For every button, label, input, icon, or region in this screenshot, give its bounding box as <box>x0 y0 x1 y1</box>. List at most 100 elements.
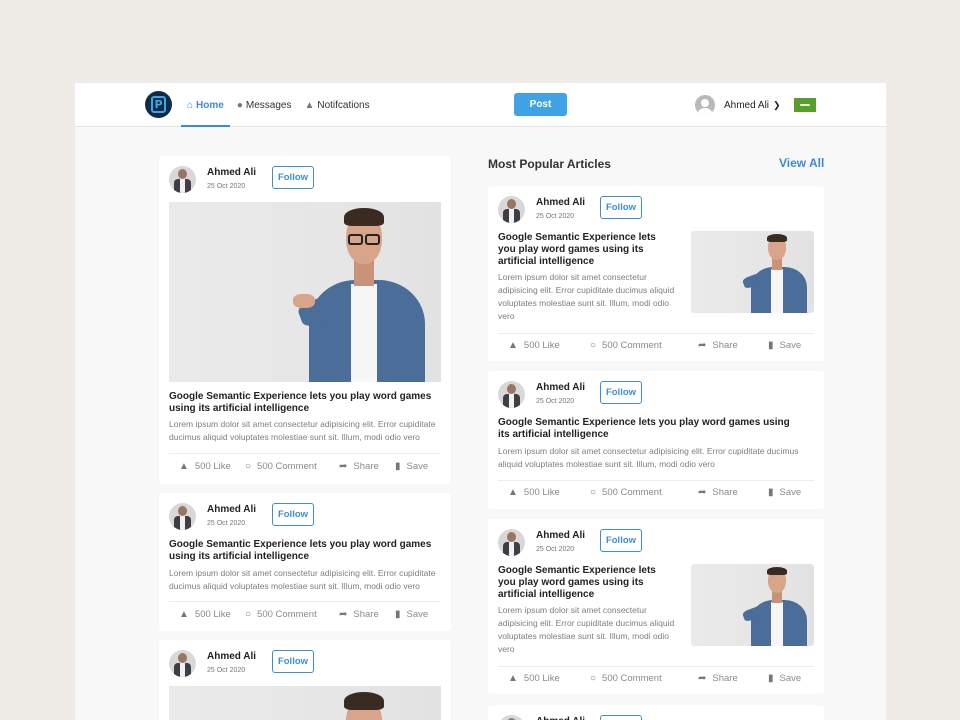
logo-mark: P <box>151 96 166 113</box>
nav-notifications-label: Notifcations <box>317 99 370 111</box>
comment-button[interactable]: ○ 500 Comment <box>590 673 662 684</box>
comment-button[interactable]: ○ 500 Comment <box>590 340 662 351</box>
like-label: 500 Like <box>523 673 560 684</box>
comment-label: 500 Comment <box>257 609 317 620</box>
language-flag-icon[interactable] <box>794 98 816 112</box>
post-image[interactable] <box>169 202 441 382</box>
share-button[interactable]: ➦ Share <box>339 609 379 620</box>
author-name[interactable]: Ahmed Ali <box>207 651 256 662</box>
feed-post-card: Ahmed Ali 25 Oct 2020 Follow Google Seman… <box>159 156 451 484</box>
share-button[interactable]: ➦ Share <box>339 461 379 472</box>
main-nav: ⌂ Home ● Messages ▲ Notifcations <box>181 83 377 127</box>
follow-button[interactable]: Follow <box>272 503 314 526</box>
like-button[interactable]: ▲ 500 Like <box>508 487 560 498</box>
post-button[interactable]: Post <box>514 93 567 116</box>
post-excerpt: Lorem ipsum dolor sit amet consectetur a… <box>169 419 436 442</box>
bell-icon: ▲ <box>304 99 315 111</box>
save-label: Save <box>406 609 429 620</box>
comment-button[interactable]: ○ 500 Comment <box>590 487 662 498</box>
article-title[interactable]: Google Semantic Experience lets you play… <box>498 232 674 268</box>
article-title[interactable]: Google Semantic Experience lets you play… <box>498 565 674 601</box>
app-logo[interactable]: P <box>145 91 172 118</box>
author-avatar[interactable] <box>169 650 196 677</box>
save-button[interactable]: ▮ Save <box>768 340 801 351</box>
follow-button[interactable]: Follow <box>600 529 642 552</box>
post-actions: ▲ 500 Like ○ 500 Comment ➦ Share ▮ Save <box>179 609 439 625</box>
thumbs-up-icon: ▲ <box>179 609 189 620</box>
article-title[interactable]: Google Semantic Experience lets you play… <box>498 417 798 441</box>
author-name[interactable]: Ahmed Ali <box>207 167 256 178</box>
like-label: 500 Like <box>194 609 231 620</box>
author-avatar[interactable] <box>498 529 525 556</box>
post-divider <box>169 601 441 602</box>
author-name[interactable]: Ahmed Ali <box>207 504 256 515</box>
article-thumbnail[interactable] <box>691 564 814 646</box>
follow-button[interactable]: Follow <box>272 166 314 189</box>
user-menu[interactable]: Ahmed Ali ❯ <box>695 94 781 116</box>
nav-messages-label: Messages <box>245 99 292 111</box>
share-icon: ➦ <box>698 487 707 498</box>
author-name[interactable]: Ahmed Ali <box>536 382 585 393</box>
share-button[interactable]: ➦ Share <box>698 487 738 498</box>
like-button[interactable]: ▲ 500 Like <box>508 673 560 684</box>
author-avatar[interactable] <box>169 166 196 193</box>
comment-label: 500 Comment <box>257 461 317 472</box>
article-divider <box>498 480 814 481</box>
like-button[interactable]: ▲ 500 Like <box>179 609 231 620</box>
comment-button[interactable]: ○ 500 Comment <box>245 461 317 472</box>
comment-icon: ○ <box>245 609 252 620</box>
post-title[interactable]: Google Semantic Experience lets you play… <box>169 539 443 563</box>
article-actions: ▲ 500 Like ○ 500 Comment ➦ Share ▮ Save <box>508 673 808 689</box>
person-photo <box>741 564 813 646</box>
nav-home-label: Home <box>196 99 224 111</box>
author-name[interactable]: Ahmed Ali <box>536 530 585 541</box>
chat-icon: ● <box>236 99 243 111</box>
post-author: Ahmed Ali 25 Oct 2020 <box>169 503 256 530</box>
post-image[interactable] <box>169 686 441 720</box>
save-button[interactable]: ▮ Save <box>395 461 428 472</box>
like-label: 500 Like <box>194 461 231 472</box>
share-icon: ➦ <box>698 673 707 684</box>
article-excerpt: Lorem ipsum dolor sit amet consectetur a… <box>498 446 799 469</box>
feed-post-card: Ahmed Ali 25 Oct 2020 Follow Google Seman… <box>159 493 451 631</box>
post-author: Ahmed Ali 25 Oct 2020 <box>169 650 256 677</box>
author-avatar[interactable] <box>498 196 525 223</box>
bookmark-icon: ▮ <box>768 340 774 351</box>
person-photo <box>293 202 439 382</box>
app-window: P ⌂ Home ● Messages ▲ Notifcations Post Ahm… <box>75 83 886 720</box>
author-avatar[interactable] <box>169 503 196 530</box>
comment-button[interactable]: ○ 500 Comment <box>245 609 317 620</box>
share-label: Share <box>712 487 738 498</box>
post-actions: ▲ 500 Like ○ 500 Comment ➦ Share ▮ Save <box>179 461 439 477</box>
follow-button[interactable]: Follow <box>272 650 314 673</box>
share-button[interactable]: ➦ Share <box>698 673 738 684</box>
follow-button[interactable]: Follow <box>600 196 642 219</box>
article-author: Ahmed Ali 25 Oct 2020 <box>498 196 585 223</box>
share-label: Share <box>353 461 379 472</box>
save-button[interactable]: ▮ Save <box>768 487 801 498</box>
person-photo <box>299 686 439 720</box>
article-card: Ahmed Ali 25 Oct 2020 Follow Google Seman… <box>488 186 824 361</box>
author-avatar[interactable] <box>498 715 525 720</box>
like-button[interactable]: ▲ 500 Like <box>179 461 231 472</box>
post-date: 25 Oct 2020 <box>207 183 246 190</box>
post-title[interactable]: Google Semantic Experience lets you play… <box>169 391 443 415</box>
nav-notifications[interactable]: ▲ Notifcations <box>298 83 375 127</box>
share-button[interactable]: ➦ Share <box>698 340 738 351</box>
like-label: 500 Like <box>523 487 560 498</box>
view-all-link[interactable]: View All <box>779 156 824 170</box>
follow-button[interactable]: Follow <box>600 381 642 404</box>
author-name[interactable]: Ahmed Ali <box>536 716 585 720</box>
save-button[interactable]: ▮ Save <box>395 609 428 620</box>
author-name[interactable]: Ahmed Ali <box>536 197 585 208</box>
bookmark-icon: ▮ <box>395 609 401 620</box>
comment-icon: ○ <box>590 487 597 498</box>
nav-home[interactable]: ⌂ Home <box>181 83 230 127</box>
save-button[interactable]: ▮ Save <box>768 673 801 684</box>
follow-button[interactable] <box>600 715 642 720</box>
author-avatar[interactable] <box>498 381 525 408</box>
article-thumbnail[interactable] <box>691 231 814 313</box>
nav-messages[interactable]: ● Messages <box>231 83 298 127</box>
post-excerpt: Lorem ipsum dolor sit amet consectetur a… <box>169 568 436 591</box>
like-button[interactable]: ▲ 500 Like <box>508 340 560 351</box>
